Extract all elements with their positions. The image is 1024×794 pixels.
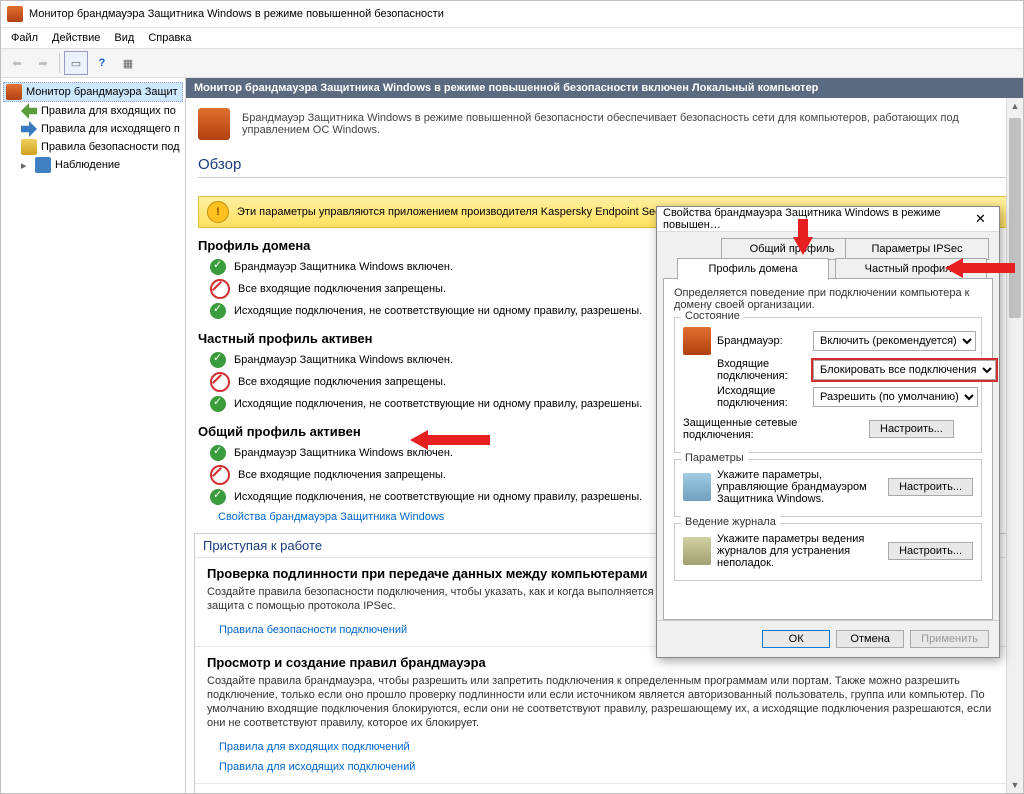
scroll-down-button[interactable]: ▼ [1007, 777, 1023, 793]
status-text: Исходящие подключения, не соответствующи… [234, 398, 642, 410]
titlebar: Монитор брандмауэра Защитника Windows в … [1, 1, 1023, 28]
link-firewall-properties[interactable]: Свойства брандмауэра Защитника Windows [218, 511, 444, 523]
tree-inbound[interactable]: Правила для входящих по [3, 102, 183, 120]
status-text: Исходящие подключения, не соответствующи… [234, 491, 642, 503]
apply-button[interactable]: Применить [910, 630, 989, 648]
tree-consec[interactable]: Правила безопасности под [3, 138, 183, 156]
tab-private[interactable]: Частный профиль [835, 258, 987, 280]
dialog-title: Свойства брандмауэра Защитника Windows в… [663, 207, 968, 231]
tree-monitor[interactable]: ▸Наблюдение [3, 156, 183, 174]
firewall-icon [7, 6, 23, 22]
ok-icon [210, 489, 226, 505]
label-outbound: Исходящие подключения: [717, 385, 807, 409]
menubar: Файл Действие Вид Справка [1, 28, 1023, 48]
status-text: Все входящие подключения запрещены. [238, 283, 446, 295]
select-firewall-state[interactable]: Включить (рекомендуется) [813, 331, 976, 351]
group-title: Состояние [681, 310, 744, 322]
tab-ipsec[interactable]: Параметры IPSec [845, 238, 989, 260]
scroll-thumb[interactable] [1009, 118, 1021, 318]
dialog-titlebar: Свойства брандмауэра Защитника Windows в… [657, 207, 999, 232]
group-title: Ведение журнала [681, 516, 780, 528]
group-state: Состояние Брандмауэр: Включить (рекоменд… [674, 317, 982, 453]
gs-policy-title: Просмотр текущей политики и действий бра… [207, 792, 1002, 793]
menu-view[interactable]: Вид [108, 30, 140, 46]
tab-domain[interactable]: Профиль домена [677, 258, 829, 280]
props-button[interactable]: ▭ [64, 51, 88, 75]
section-overview-title: Обзор [198, 150, 1011, 178]
gs-rules-text: Создайте правила брандмауэра, чтобы разр… [207, 674, 1002, 731]
menu-file[interactable]: Файл [5, 30, 44, 46]
block-icon [210, 279, 230, 299]
toolbar: ⬅ ➡ ▭ ? ▦ [1, 48, 1023, 78]
block-icon [210, 372, 230, 392]
tree-root[interactable]: Монитор брандмауэра Защит [3, 82, 183, 102]
tree-pane: Монитор брандмауэра Защит Правила для вх… [1, 78, 186, 793]
label-firewall-state: Брандмауэр: [717, 335, 807, 347]
ok-button[interactable]: ОК [762, 630, 830, 648]
log-icon [683, 537, 711, 565]
menu-action[interactable]: Действие [46, 30, 106, 46]
customize-params-button[interactable]: Настроить... [888, 478, 973, 496]
consec-icon [21, 139, 37, 155]
scrollbar[interactable]: ▲ ▼ [1006, 98, 1023, 793]
select-inbound[interactable]: Блокировать все подключения [813, 360, 996, 380]
label-protected: Защищенные сетевые подключения: [683, 417, 863, 441]
separator [59, 53, 60, 73]
status-text: Все входящие подключения запрещены. [238, 376, 446, 388]
window-title: Монитор брандмауэра Защитника Windows в … [29, 8, 444, 20]
status-text: Брандмауэр Защитника Windows включен. [234, 354, 453, 366]
profile-description: Определяется поведение при подключении к… [674, 287, 982, 311]
scroll-up-button[interactable]: ▲ [1007, 98, 1023, 114]
status-text: Брандмауэр Защитника Windows включен. [234, 447, 453, 459]
customize-log-button[interactable]: Настроить... [888, 542, 973, 560]
params-text: Укажите параметры, управляющие брандмауэ… [717, 469, 882, 505]
block-icon [210, 465, 230, 485]
tab-strip: Общий профиль Параметры IPSec Профиль до… [663, 238, 993, 278]
back-button[interactable]: ⬅ [5, 51, 29, 75]
tree-outbound[interactable]: Правила для исходящего п [3, 120, 183, 138]
log-text: Укажите параметры ведения журналов для у… [717, 533, 882, 569]
status-text: Все входящие подключения запрещены. [238, 469, 446, 481]
warning-icon: ! [207, 201, 229, 223]
outbound-icon [21, 121, 37, 137]
inbound-icon [21, 103, 37, 119]
customize-protected-button[interactable]: Настроить... [869, 420, 954, 438]
tab-public[interactable]: Общий профиль [721, 238, 863, 260]
ok-icon [210, 352, 226, 368]
group-params: Параметры Укажите параметры, управляющие… [674, 459, 982, 517]
firewall-icon [198, 108, 230, 140]
intro-text: Брандмауэр Защитника Windows в режиме по… [242, 112, 1011, 136]
intro: Брандмауэр Защитника Windows в режиме по… [186, 98, 1023, 150]
dialog-footer: ОК Отмена Применить [657, 620, 999, 657]
expand-icon[interactable]: ▸ [21, 159, 31, 172]
menu-help[interactable]: Справка [142, 30, 197, 46]
properties-dialog: Свойства брандмауэра Защитника Windows в… [656, 206, 1000, 658]
link-consec-rules[interactable]: Правила безопасности подключений [219, 624, 407, 636]
label-inbound: Входящие подключения: [717, 358, 807, 382]
firewall-icon [6, 84, 22, 100]
monitor-icon [35, 157, 51, 173]
settings-icon [683, 473, 711, 501]
link-inbound-rules[interactable]: Правила для входящих подключений [219, 741, 410, 753]
refresh-button[interactable]: ▦ [116, 51, 140, 75]
firewall-icon [683, 327, 711, 355]
help-button[interactable]: ? [90, 51, 114, 75]
ok-icon [210, 396, 226, 412]
dialog-body: Определяется поведение при подключении к… [663, 278, 993, 620]
link-outbound-rules[interactable]: Правила для исходящих подключений [219, 761, 415, 773]
group-title: Параметры [681, 452, 748, 464]
close-button[interactable]: ✕ [968, 210, 993, 228]
status-text: Брандмауэр Защитника Windows включен. [234, 261, 453, 273]
select-outbound[interactable]: Разрешить (по умолчанию) [813, 387, 978, 407]
ok-icon [210, 259, 226, 275]
status-text: Исходящие подключения, не соответствующи… [234, 305, 642, 317]
cancel-button[interactable]: Отмена [836, 630, 904, 648]
main-header: Монитор брандмауэра Защитника Windows в … [186, 78, 1023, 98]
forward-button[interactable]: ➡ [31, 51, 55, 75]
ok-icon [210, 303, 226, 319]
ok-icon [210, 445, 226, 461]
group-logging: Ведение журнала Укажите параметры ведени… [674, 523, 982, 581]
